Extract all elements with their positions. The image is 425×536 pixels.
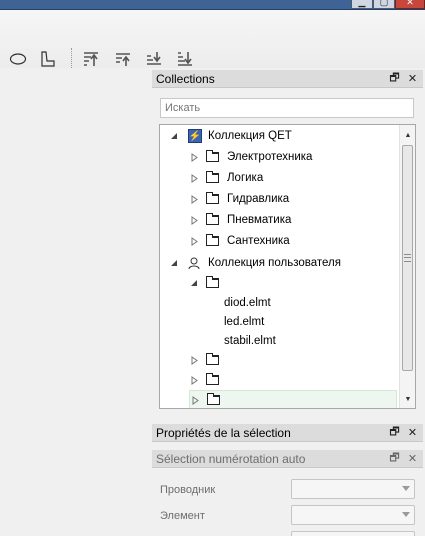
send-to-back-icon <box>178 52 192 66</box>
close-panel-icon[interactable]: ✕ <box>406 426 419 439</box>
folio-autonum-select[interactable] <box>291 531 415 536</box>
expand-arrow-icon[interactable] <box>189 236 199 246</box>
ellipse-tool-button[interactable] <box>9 50 27 68</box>
canvas-area[interactable] <box>0 68 150 536</box>
close-panel-icon[interactable]: ✕ <box>406 452 419 465</box>
tree-item-element[interactable]: diod.elmt <box>224 293 271 313</box>
polygon-tool-button[interactable] <box>39 50 57 68</box>
chevron-down-icon <box>402 486 410 491</box>
close-icon: ✕ <box>406 0 414 7</box>
tree-item-folder[interactable]: Пневматика <box>189 210 291 230</box>
tree-item-folder[interactable] <box>189 350 219 370</box>
tree-item-folder-expanded[interactable] <box>189 273 219 293</box>
editor-toolbar <box>0 10 425 72</box>
ellipse-tool-icon <box>9 53 27 65</box>
tree-item-label: Логика <box>227 172 264 184</box>
tree-item-label: diod.elmt <box>224 297 271 309</box>
lower-icon <box>147 52 161 65</box>
chevron-down-icon <box>402 512 410 517</box>
folder-icon <box>206 150 219 162</box>
expand-arrow-icon[interactable] <box>189 215 199 225</box>
window-controls: ▁ ▢ ✕ <box>351 0 425 9</box>
element-autonum-select[interactable] <box>291 505 415 525</box>
bring-to-front-button[interactable] <box>82 50 100 68</box>
tree-item-element[interactable]: stabil.elmt <box>224 331 276 351</box>
tree-item-label: Коллекция пользователя <box>208 257 341 269</box>
window-title-bar: ▁ ▢ ✕ <box>0 0 425 10</box>
expand-arrow-icon[interactable] <box>189 173 199 183</box>
polygon-tool-icon <box>41 51 55 67</box>
minimize-icon: ▁ <box>358 0 366 7</box>
conductor-autonum-select[interactable] <box>291 479 415 499</box>
selection-properties-title-bar: Propriétés de la sélection 🗗 ✕ <box>152 424 423 442</box>
tree-item-element[interactable]: led.elmt <box>224 312 264 332</box>
bring-to-front-icon <box>84 52 98 66</box>
collection-search-input[interactable] <box>160 98 414 118</box>
tree-item-label: Сантехника <box>227 235 290 247</box>
tree-vertical-scrollbar[interactable]: ▲ ▼ <box>399 125 415 408</box>
folder-icon <box>206 213 219 225</box>
tree-item-folder[interactable]: Логика <box>189 168 263 188</box>
minimize-button[interactable]: ▁ <box>351 0 373 9</box>
float-panel-icon[interactable]: 🗗 <box>388 426 401 439</box>
element-label: Элемент <box>160 510 205 522</box>
selection-properties-title: Propriétés de la sélection <box>156 425 291 440</box>
tree-item-label: Пневматика <box>227 214 292 226</box>
folder-icon <box>207 393 220 405</box>
collections-title: Collections <box>156 71 215 86</box>
folder-icon <box>206 192 219 204</box>
folder-icon <box>206 373 219 385</box>
collections-dock-title: Collections 🗗 ✕ <box>152 70 423 88</box>
maximize-icon: ▢ <box>379 0 389 7</box>
tree-item-user-collection[interactable]: Коллекция пользователя <box>169 253 341 273</box>
user-icon <box>188 257 200 270</box>
raise-icon <box>116 53 130 66</box>
float-panel-icon[interactable]: 🗗 <box>388 452 401 465</box>
folder-icon <box>206 276 219 288</box>
tree-item-label: Гидравлика <box>227 193 290 205</box>
expand-arrow-icon[interactable] <box>189 194 199 204</box>
tree-item-folder[interactable]: Сантехника <box>189 231 290 251</box>
autonum-title-bar: Sélection numérotation auto 🗗 ✕ <box>152 450 423 468</box>
selection-properties-dock: Propriétés de la sélection 🗗 ✕ <box>150 424 425 450</box>
expand-arrow-icon[interactable] <box>190 395 200 405</box>
tree-item-label: led.elmt <box>224 316 265 328</box>
tree-item-label: Коллекция QET <box>208 130 292 142</box>
float-panel-icon[interactable]: 🗗 <box>388 72 401 85</box>
expand-arrow-icon[interactable] <box>189 375 199 385</box>
tree-item-label: Электротехника <box>227 151 313 163</box>
tree-item-folder[interactable]: Электротехника <box>189 147 312 167</box>
close-window-button[interactable]: ✕ <box>395 0 425 9</box>
folder-icon <box>206 234 219 246</box>
qet-logo-icon: ⚡ <box>188 129 202 143</box>
expand-arrow-icon[interactable] <box>189 355 199 365</box>
tree-item-qet-collection[interactable]: ⚡ Коллекция QET <box>169 126 292 146</box>
autonum-title: Sélection numérotation auto <box>156 451 306 466</box>
tree-item-label: stabil.elmt <box>224 335 276 347</box>
scroll-up-arrow-icon[interactable]: ▲ <box>400 127 415 143</box>
scroll-down-arrow-icon[interactable]: ▼ <box>400 391 415 407</box>
raise-button[interactable] <box>114 50 132 68</box>
expand-arrow-icon[interactable] <box>189 152 199 162</box>
tree-item-folder[interactable] <box>189 370 219 390</box>
collapse-arrow-icon[interactable] <box>169 258 179 268</box>
folder-icon <box>206 171 219 183</box>
conductor-label: Проводник <box>160 484 216 496</box>
maximize-button[interactable]: ▢ <box>373 0 395 9</box>
folder-icon <box>206 353 219 365</box>
collapse-arrow-icon[interactable] <box>169 131 179 141</box>
scrollbar-grip-icon <box>404 254 411 262</box>
scrollbar-thumb[interactable] <box>402 145 413 371</box>
tree-item-folder-selected[interactable] <box>189 390 397 408</box>
collections-tree[interactable]: ⚡ Коллекция QET Электротехника Логика Ги… <box>159 124 416 409</box>
lower-button[interactable] <box>145 50 163 68</box>
close-panel-icon[interactable]: ✕ <box>406 72 419 85</box>
send-to-back-button[interactable] <box>176 50 194 68</box>
collapse-arrow-icon[interactable] <box>189 278 199 288</box>
tree-item-folder[interactable]: Гидравлика <box>189 189 289 209</box>
